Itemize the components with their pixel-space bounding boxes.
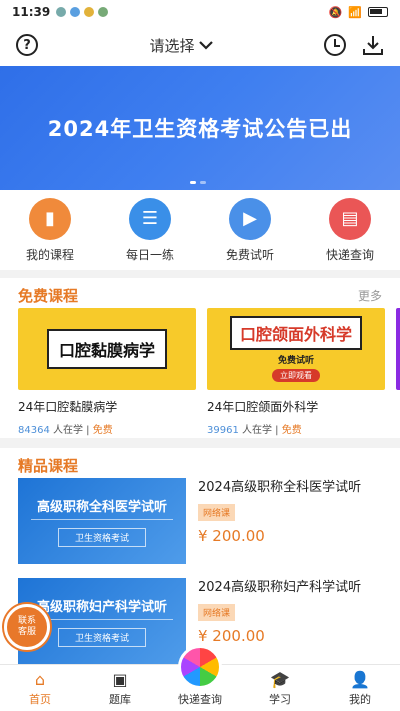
thumbnail-title: 口腔颌面外科学 xyxy=(229,316,362,350)
free-courses-section: 免费课程 更多 口腔黏膜病学 24年口腔黏膜病学 84364 人在学 | 免费 … xyxy=(0,278,400,438)
practice-icon: ☰ xyxy=(129,197,171,240)
top-header: ? 请选择 xyxy=(0,24,400,66)
quick-my-courses[interactable]: ▮ 我的课程 xyxy=(5,197,95,263)
course-type-badge: 网络课 xyxy=(198,604,236,621)
premium-courses-section: 精品课程 高级职称全科医学试听 卫生资格考试 2024高级职称全科医学试听 网络… xyxy=(0,448,400,664)
quick-label: 免费试听 xyxy=(225,247,274,262)
quick-label: 每日一练 xyxy=(125,247,174,262)
carousel-dot xyxy=(200,181,206,184)
section-header: 免费课程 更多 xyxy=(0,278,400,306)
course-thumbnail: 口腔黏膜病学 xyxy=(18,308,196,390)
course-thumbnail xyxy=(396,308,400,390)
course-thumbnail: 高级职称全科医学试听 卫生资格考试 xyxy=(18,478,186,564)
status-time: 11:39 xyxy=(12,5,51,19)
tab-study[interactable]: 🎓 学习 xyxy=(245,669,315,707)
graduation-cap-icon: 🎓 xyxy=(270,669,290,689)
free-course-card[interactable]: 口腔颌面外科学 免费试听 立即观看 24年口腔颌面外科学 39961 人在学 |… xyxy=(207,308,385,436)
tab-label: 我的 xyxy=(349,693,371,706)
wifi-icon: 📶 xyxy=(348,5,362,19)
express-icon xyxy=(178,645,222,689)
free-course-card-partial[interactable] xyxy=(396,308,400,390)
price-tag: 免费 xyxy=(281,425,302,436)
thumbnail-subtitle: 免费试听 xyxy=(277,356,314,366)
picker-label: 请选择 xyxy=(149,36,195,55)
section-title: 精品课程 xyxy=(18,456,79,475)
notification-icon xyxy=(98,7,109,17)
carousel-indicator xyxy=(190,181,206,184)
notification-icon xyxy=(84,7,95,17)
free-course-card[interactable]: 口腔黏膜病学 24年口腔黏膜病学 84364 人在学 | 免费 xyxy=(18,308,196,436)
quick-express[interactable]: ▤ 快递查询 xyxy=(305,197,395,263)
video-icon: ▶ xyxy=(229,197,271,240)
status-bar: 11:39 🔕 📶 xyxy=(0,0,400,24)
course-price: ¥ 200.00 xyxy=(198,527,265,545)
premium-course-item[interactable]: 高级职称全科医学试听 卫生资格考试 2024高级职称全科医学试听 网络课 ¥ 2… xyxy=(18,478,388,564)
quick-free-trial[interactable]: ▶ 免费试听 xyxy=(205,197,295,263)
tab-label: 题库 xyxy=(109,693,131,706)
chevron-down-icon xyxy=(198,41,213,50)
book-icon: ▮ xyxy=(29,197,71,240)
contact-service-button[interactable]: 联系 客服 xyxy=(4,604,50,650)
notification-icon xyxy=(70,7,81,17)
help-icon[interactable]: ? xyxy=(16,34,38,56)
store-icon: ▤ xyxy=(329,197,371,240)
thumbnail-subtitle: 卫生资格考试 xyxy=(57,527,146,547)
section-title: 免费课程 xyxy=(18,286,79,305)
learner-count: 39961 xyxy=(207,425,239,436)
course-info: 2024高级职称全科医学试听 网络课 ¥ 200.00 xyxy=(198,478,378,564)
tab-label: 首页 xyxy=(29,693,51,706)
quick-entry-row: ▮ 我的课程 ☰ 每日一练 ▶ 免费试听 ▤ 快递查询 xyxy=(0,190,400,270)
promo-banner[interactable]: 2024年卫生资格考试公告已出 xyxy=(0,66,400,190)
watch-now-badge: 立即观看 xyxy=(272,369,320,382)
course-name: 24年口腔黏膜病学 xyxy=(18,400,118,414)
contact-service-label: 联系 客服 xyxy=(18,616,36,638)
thumbnail-subtitle: 卫生资格考试 xyxy=(57,627,146,647)
course-name: 2024高级职称妇产科学试听 xyxy=(198,580,362,595)
thumbnail-title: 口腔黏膜病学 xyxy=(46,329,167,369)
course-info: 2024高级职称妇产科学试听 网络课 ¥ 200.00 xyxy=(198,578,378,664)
course-name: 2024高级职称全科医学试听 xyxy=(198,480,362,495)
course-meta: 39961 人在学 | 免费 xyxy=(207,421,385,436)
tab-home[interactable]: ⌂ 首页 xyxy=(5,669,75,707)
more-link[interactable]: 更多 xyxy=(358,287,382,304)
thumbnail-title: 高级职称妇产科学试听 xyxy=(30,596,173,620)
system-icons: 🔕 📶 xyxy=(329,6,388,19)
mute-icon: 🔕 xyxy=(328,5,343,19)
section-header: 精品课程 xyxy=(0,448,400,476)
learner-suffix: 人在学 | xyxy=(238,425,282,436)
download-icon[interactable] xyxy=(362,34,384,56)
notification-icons xyxy=(56,7,109,17)
tab-label: 快递查询 xyxy=(178,693,222,706)
course-type-badge: 网络课 xyxy=(198,504,236,521)
tab-mine[interactable]: 👤 我的 xyxy=(325,669,395,707)
learner-count: 84364 xyxy=(18,425,50,436)
price-tag: 免费 xyxy=(92,425,113,436)
contact-line2: 客服 xyxy=(17,627,36,637)
course-price: ¥ 200.00 xyxy=(198,627,265,645)
bottom-tab-bar: ⌂ 首页 ▣ 题库 快递查询 🎓 学习 👤 我的 xyxy=(0,645,400,711)
free-course-list: 口腔黏膜病学 24年口腔黏膜病学 84364 人在学 | 免费 口腔颌面外科学 … xyxy=(18,308,400,438)
learner-suffix: 人在学 | xyxy=(49,425,93,436)
banner-title: 2024年卫生资格考试公告已出 xyxy=(47,117,353,141)
notification-icon xyxy=(56,7,67,17)
history-clock-icon[interactable] xyxy=(323,34,346,56)
tab-question-bank[interactable]: ▣ 题库 xyxy=(85,669,155,707)
course-thumbnail: 口腔颌面外科学 免费试听 立即观看 xyxy=(207,308,385,390)
user-icon: 👤 xyxy=(350,669,370,689)
quick-daily-practice[interactable]: ☰ 每日一练 xyxy=(105,197,195,263)
course-meta: 84364 人在学 | 免费 xyxy=(18,421,196,436)
exam-picker[interactable]: 请选择 xyxy=(149,35,213,56)
quick-label: 我的课程 xyxy=(25,247,74,262)
header-actions xyxy=(323,34,384,56)
contact-line1: 联系 xyxy=(17,616,36,626)
carousel-dot xyxy=(190,181,196,184)
question-bank-icon: ▣ xyxy=(112,669,128,689)
tab-express[interactable]: 快递查询 xyxy=(165,645,235,707)
thumbnail-title: 高级职称全科医学试听 xyxy=(30,496,173,520)
battery-icon xyxy=(368,7,388,17)
quick-label: 快递查询 xyxy=(325,247,374,262)
home-icon: ⌂ xyxy=(34,669,46,689)
tab-label: 学习 xyxy=(269,693,291,706)
course-name: 24年口腔颌面外科学 xyxy=(207,400,319,414)
